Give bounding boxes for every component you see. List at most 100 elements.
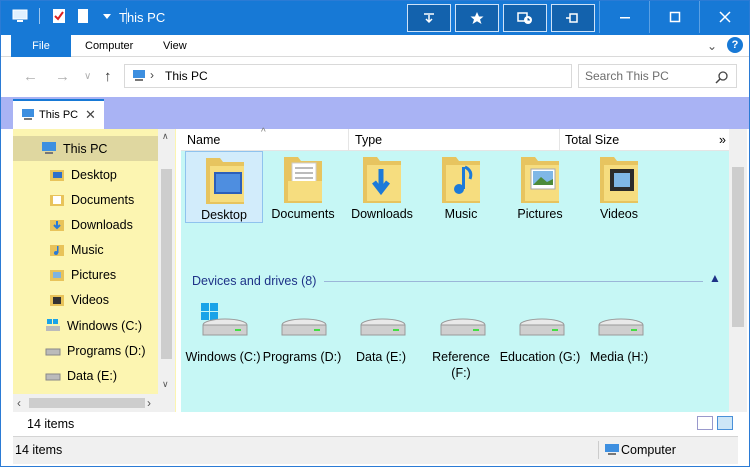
- column-name[interactable]: Name: [187, 133, 220, 147]
- maximize-button[interactable]: [649, 1, 699, 33]
- folder-label: Pictures: [517, 207, 563, 221]
- sidebar-item-programs-d[interactable]: Programs (D:): [13, 338, 158, 363]
- pin-down-button[interactable]: [407, 4, 451, 32]
- scroll-down-icon[interactable]: ∨: [162, 379, 169, 390]
- folder-downloads[interactable]: Downloads: [343, 151, 421, 223]
- pictures-folder-icon: [50, 270, 64, 281]
- drive-reference-f[interactable]: Reference (F:): [421, 299, 501, 389]
- close-tab-icon[interactable]: ✕: [85, 107, 96, 123]
- scroll-up-icon[interactable]: ∧: [162, 131, 169, 142]
- title-bar: This PC: [1, 1, 749, 35]
- pin-icon: [566, 13, 578, 23]
- breadcrumb[interactable]: This PC: [165, 69, 208, 83]
- scroll-thumb[interactable]: [732, 167, 744, 327]
- music-folder-icon: [50, 245, 64, 256]
- column-total-size[interactable]: Total Size: [565, 133, 619, 147]
- folder-pictures[interactable]: Pictures: [501, 151, 579, 223]
- sidebar-item-music[interactable]: Music: [13, 237, 158, 262]
- scroll-right-icon[interactable]: ›: [147, 396, 151, 410]
- collapse-group-icon[interactable]: ▲: [709, 271, 721, 285]
- sidebar-item-downloads[interactable]: Downloads: [13, 212, 158, 237]
- collapse-ribbon-icon[interactable]: ⌄: [707, 39, 717, 53]
- folder-desktop[interactable]: Desktop: [185, 151, 263, 223]
- address-bar[interactable]: › This PC ∨ ↻: [124, 64, 689, 88]
- folder-label: Videos: [600, 207, 638, 221]
- search-box[interactable]: [578, 64, 737, 88]
- computer-icon: [42, 142, 56, 154]
- status-bar: 14 items: [1, 412, 749, 436]
- sidebar-item-label: Desktop: [71, 167, 117, 182]
- close-button[interactable]: [699, 1, 749, 33]
- history-button[interactable]: [503, 4, 547, 32]
- properties-icon[interactable]: [50, 8, 68, 24]
- videos-folder-icon: [600, 157, 638, 203]
- column-divider[interactable]: [348, 129, 349, 151]
- zone-label: Computer: [621, 443, 676, 457]
- drive-media-h[interactable]: Media (H:): [579, 299, 659, 389]
- nav-horizontal-scrollbar[interactable]: ‹ ›: [13, 394, 175, 412]
- sidebar-item-windows-c[interactable]: Windows (C:): [13, 313, 158, 338]
- folder-music[interactable]: Music: [422, 151, 500, 223]
- drive-label: Reference (F:): [432, 350, 490, 380]
- folder-videos[interactable]: Videos: [580, 151, 658, 223]
- content-vertical-scrollbar[interactable]: [729, 129, 747, 412]
- drive-windows-c[interactable]: Windows (C:): [183, 299, 263, 389]
- sidebar-item-desktop[interactable]: Desktop: [13, 162, 158, 187]
- tab-this-pc[interactable]: This PC ✕: [13, 99, 104, 129]
- nav-vertical-scrollbar[interactable]: ∧ ∨: [158, 129, 175, 394]
- search-input[interactable]: [585, 68, 711, 84]
- tab-computer[interactable]: Computer: [85, 35, 133, 57]
- star-icon: [470, 12, 484, 24]
- tab-view[interactable]: View: [163, 35, 187, 57]
- scroll-left-icon[interactable]: ‹: [17, 396, 21, 410]
- minimize-button[interactable]: [599, 1, 649, 33]
- this-pc-icon[interactable]: [11, 8, 29, 24]
- drive-icon: [598, 318, 644, 336]
- column-divider[interactable]: [559, 129, 560, 151]
- scroll-thumb[interactable]: [29, 398, 145, 408]
- folder-documents[interactable]: Documents: [264, 151, 342, 223]
- group-header-devices[interactable]: Devices and drives (8): [192, 274, 316, 288]
- tab-label: This PC: [39, 109, 79, 121]
- drive-programs-d[interactable]: Programs (D:): [262, 299, 342, 389]
- sidebar-item-label: This PC: [63, 141, 108, 156]
- folder-tab-strip: This PC ✕: [1, 97, 749, 129]
- drive-icon: [281, 318, 327, 336]
- sidebar-item-documents[interactable]: Documents: [13, 187, 158, 212]
- help-icon[interactable]: ?: [727, 37, 743, 53]
- drive-label: Education (G:): [499, 350, 581, 364]
- desktop-folder-icon: [50, 170, 64, 181]
- column-type[interactable]: Type: [355, 133, 382, 147]
- sidebar-item-videos[interactable]: Videos: [13, 287, 158, 312]
- large-icons-view-icon[interactable]: [717, 416, 733, 430]
- sidebar-item-this-pc[interactable]: This PC: [13, 136, 158, 161]
- this-pc-icon: [130, 69, 148, 86]
- column-header: Name ^ Type Total Size »: [181, 127, 729, 151]
- back-arrow-icon[interactable]: ←: [23, 68, 38, 85]
- tab-file[interactable]: File: [11, 35, 71, 57]
- breadcrumb-chevron-icon[interactable]: ›: [150, 68, 154, 82]
- drive-data-e[interactable]: Data (E:): [341, 299, 421, 389]
- favorite-button[interactable]: [455, 4, 499, 32]
- bottom-status-bar: 14 items Computer: [13, 436, 738, 464]
- windows-drive-icon: [201, 303, 248, 336]
- up-arrow-icon[interactable]: ↑: [104, 68, 112, 85]
- recent-locations-icon[interactable]: ∨: [84, 71, 91, 82]
- scroll-thumb[interactable]: [161, 169, 172, 359]
- music-folder-icon: [442, 157, 480, 203]
- details-view-icon[interactable]: [697, 416, 713, 430]
- forward-arrow-icon[interactable]: →: [55, 68, 70, 85]
- new-folder-icon[interactable]: [74, 8, 92, 24]
- status-divider: [598, 441, 599, 459]
- windows-drive-icon: [46, 319, 60, 331]
- search-icon[interactable]: [715, 70, 729, 84]
- drive-education-g[interactable]: Education (G:): [500, 299, 580, 389]
- more-columns-icon[interactable]: »: [719, 133, 726, 147]
- sidebar-item-label: Programs (D:): [67, 343, 146, 358]
- sidebar-item-data-e[interactable]: Data (E:): [13, 363, 158, 388]
- pin-button[interactable]: [551, 4, 595, 32]
- drive-icon: [45, 373, 61, 381]
- drive-icon: [45, 348, 61, 356]
- sidebar-item-pictures[interactable]: Pictures: [13, 262, 158, 287]
- customize-toolbar-icon[interactable]: [98, 8, 116, 24]
